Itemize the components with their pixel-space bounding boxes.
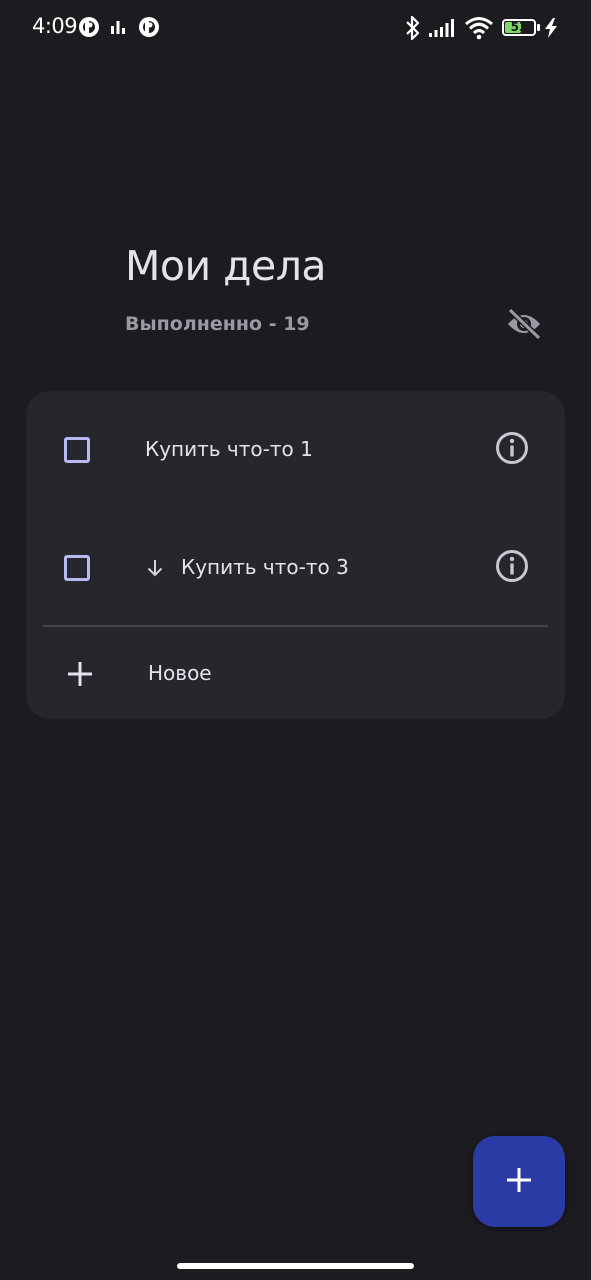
info-icon	[495, 431, 529, 469]
status-time: 4:09	[32, 14, 78, 38]
info-icon	[495, 549, 529, 587]
battery-tip	[537, 24, 540, 31]
todo-checkbox[interactable]	[64, 555, 90, 581]
battery-level: 53	[510, 20, 528, 34]
plus-icon	[66, 660, 94, 688]
todo-text: Купить что-то 3	[181, 555, 349, 579]
todo-text: Купить что-то 1	[145, 437, 313, 461]
charging-bolt-icon	[544, 18, 558, 42]
info-button[interactable]	[493, 431, 531, 469]
add-task-fab[interactable]	[473, 1136, 565, 1227]
done-count-label: Выполненно - 19	[125, 313, 310, 335]
info-button[interactable]	[493, 549, 531, 587]
add-new-label: Новое	[148, 661, 212, 685]
todo-item[interactable]: Купить что-то 1	[26, 404, 565, 496]
eye-off-icon	[505, 307, 543, 344]
battery-icon: 53	[502, 19, 536, 36]
visibility-toggle-button[interactable]	[501, 303, 547, 349]
arrow-down-icon	[144, 557, 166, 579]
bar-chart-icon	[110, 19, 126, 39]
gesture-navigation-bar[interactable]	[177, 1263, 414, 1269]
todo-list-card: Купить что-то 1 Купить что-то 3 Новое	[26, 391, 565, 719]
todo-checkbox[interactable]	[64, 437, 90, 463]
divider	[43, 625, 548, 627]
status-bar: 4:09 53	[0, 0, 591, 56]
cellular-signal-icon	[428, 18, 458, 42]
bluetooth-icon	[404, 15, 422, 45]
app-notification-icon	[138, 16, 160, 42]
plus-icon	[506, 1167, 532, 1197]
app-notification-icon	[78, 16, 100, 42]
page-title: Мои дела	[125, 242, 327, 290]
todo-item[interactable]: Купить что-то 3	[26, 522, 565, 614]
wifi-icon	[464, 16, 494, 44]
add-new-item-button[interactable]: Новое	[26, 629, 565, 717]
